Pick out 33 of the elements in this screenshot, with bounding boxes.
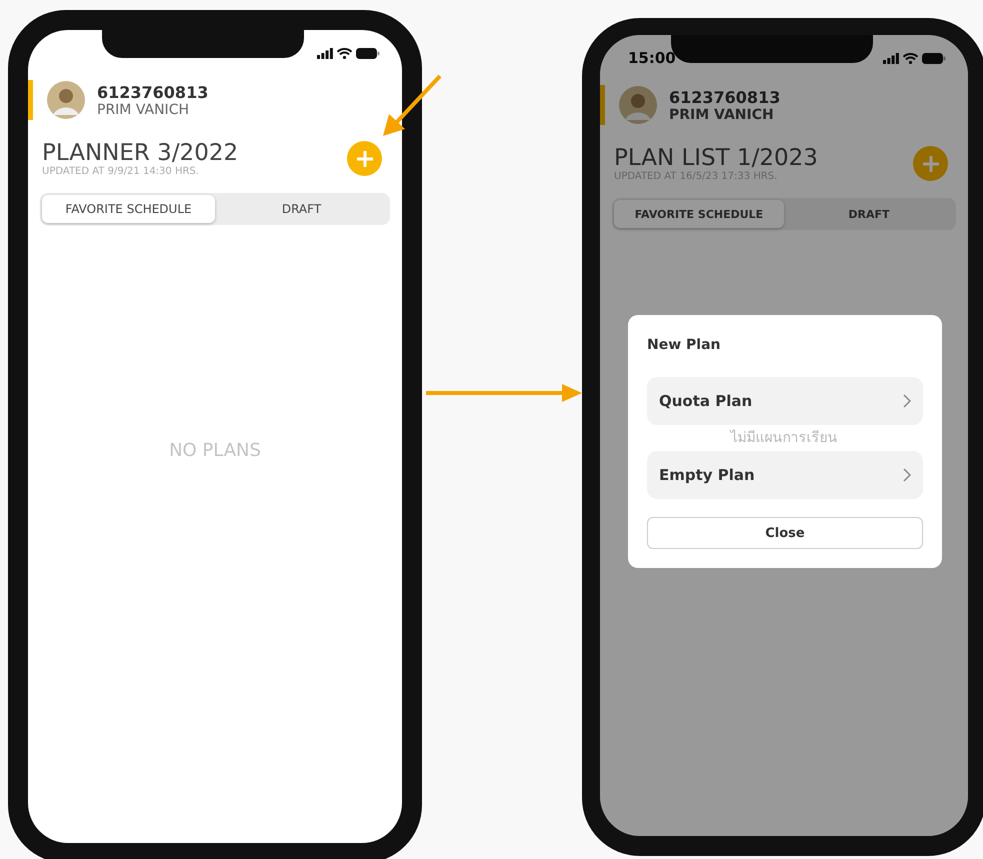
add-button[interactable] — [913, 146, 948, 181]
status-time: 15:00 — [628, 49, 676, 67]
plus-icon — [356, 150, 372, 166]
student-name: PRIM VANICH — [669, 106, 775, 122]
plus-icon — [922, 156, 938, 172]
chevron-icon — [903, 468, 911, 482]
dialog-title: New Plan — [647, 337, 722, 353]
page-title: PLAN LIST 1/2023 — [614, 145, 818, 171]
empty-state-text: ไม่มีแผนการเรียน — [730, 429, 838, 447]
wifi-icon — [903, 52, 918, 64]
battery-icon — [922, 52, 946, 64]
plan-option[interactable]: Empty Plan — [647, 451, 923, 499]
chevron-icon — [903, 394, 911, 408]
close-button[interactable]: Close — [647, 517, 923, 549]
updated-time: UPDATED AT 9/9/21 14:30 HRS. — [42, 166, 200, 177]
tab[interactable]: DRAFT — [215, 195, 388, 223]
add-button[interactable] — [347, 141, 382, 176]
signal-icon — [883, 52, 899, 64]
tab[interactable]: FAVORITE SCHEDULE — [42, 195, 215, 223]
avatar — [619, 86, 657, 124]
signal-icon — [317, 48, 333, 58]
student-id: 6123760813 — [97, 82, 208, 102]
plan-option[interactable]: Quota Plan — [647, 377, 923, 425]
battery-icon — [356, 48, 380, 58]
tab[interactable]: DRAFT — [784, 200, 954, 228]
tab[interactable]: FAVORITE SCHEDULE — [614, 200, 784, 228]
student-id: 6123760813 — [669, 88, 780, 106]
student-name: PRIM VANICH — [97, 102, 190, 118]
pointer-arrow — [381, 74, 443, 138]
empty-state-text: NO PLANS — [169, 440, 261, 461]
wifi-icon — [337, 48, 352, 58]
page-title: PLANNER 3/2022 — [42, 140, 238, 166]
avatar — [47, 81, 85, 119]
